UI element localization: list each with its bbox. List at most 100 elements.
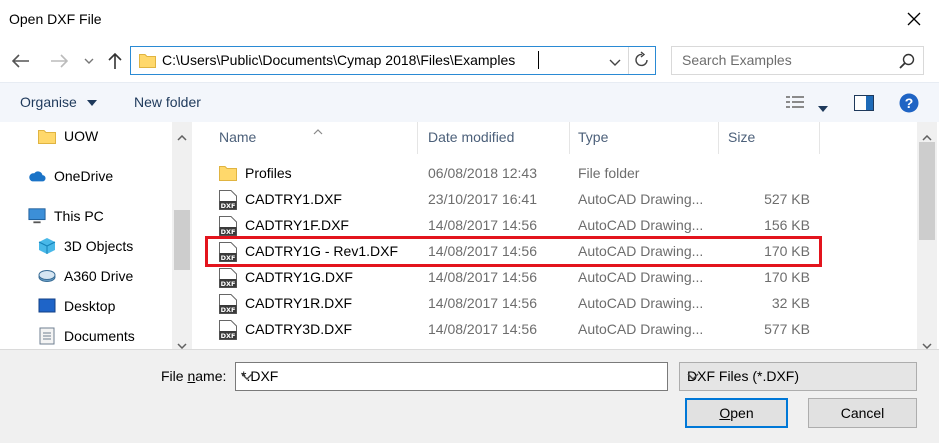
- file-name-label: File name:: [161, 368, 227, 384]
- file-name: CADTRY3D.DXF: [245, 321, 353, 337]
- svg-text:DXF: DXF: [221, 202, 236, 210]
- file-row[interactable]: DXF CADTRY1.DXF 23/10/2017 16:41 AutoCAD…: [195, 187, 915, 213]
- search-input[interactable]: Search Examples: [671, 46, 924, 75]
- sidebar-item-onedrive[interactable]: OneDrive: [28, 163, 113, 189]
- forward-arrow-icon[interactable]: [48, 50, 70, 72]
- file-type: AutoCAD Drawing...: [578, 217, 704, 233]
- highlight-box: [205, 236, 822, 267]
- file-type: AutoCAD Drawing...: [578, 295, 704, 311]
- title-bar: Open DXF File: [0, 0, 939, 40]
- file-date: 14/08/2017 14:56: [428, 321, 537, 337]
- file-date: 14/08/2017 14:56: [428, 295, 537, 311]
- file-name-input[interactable]: *.DXF: [235, 362, 668, 391]
- folder-icon: [219, 164, 237, 184]
- organise-label: Organise: [20, 94, 77, 110]
- column-divider[interactable]: [417, 122, 418, 154]
- file-name: CADTRY1R.DXF: [245, 295, 353, 311]
- scrollbar-thumb[interactable]: [174, 210, 190, 270]
- sidebar-item-a360-drive[interactable]: A360 Drive: [38, 263, 133, 289]
- column-headers: Name Date modified Type Size: [195, 122, 915, 154]
- view-options-icon[interactable]: [786, 95, 806, 112]
- column-type[interactable]: Type: [578, 129, 608, 145]
- chevron-down-icon[interactable]: [818, 99, 828, 115]
- file-date: 23/10/2017 16:41: [428, 191, 537, 207]
- sidebar-item-label: UOW: [64, 128, 99, 144]
- dxf-file-icon: DXF: [219, 320, 237, 343]
- column-divider[interactable]: [718, 122, 719, 154]
- file-row[interactable]: DXF CADTRY3D.DXF 14/08/2017 14:56 AutoCA…: [195, 317, 915, 343]
- address-bar[interactable]: C:\Users\Public\Documents\Cymap 2018\Fil…: [130, 46, 656, 75]
- file-row[interactable]: DXF CADTRY1R.DXF 14/08/2017 14:56 AutoCA…: [195, 291, 915, 317]
- svg-text:?: ?: [905, 95, 914, 111]
- file-type: File folder: [578, 165, 640, 181]
- chevron-down-icon[interactable]: [609, 54, 621, 70]
- dxf-file-icon: DXF: [219, 190, 237, 213]
- sort-ascending-icon: [313, 122, 323, 138]
- sidebar-item-uow[interactable]: UOW: [38, 123, 98, 149]
- preview-pane-icon[interactable]: [854, 95, 874, 114]
- navigation-row: C:\Users\Public\Documents\Cymap 2018\Fil…: [0, 40, 939, 82]
- file-row[interactable]: DXF CADTRY1G.DXF 14/08/2017 14:56 AutoCA…: [195, 265, 915, 291]
- file-name: CADTRY1G.DXF: [245, 269, 353, 285]
- sidebar-scrollbar[interactable]: [172, 122, 192, 349]
- back-arrow-icon[interactable]: [10, 50, 32, 72]
- address-path: C:\Users\Public\Documents\Cymap 2018\Fil…: [162, 52, 516, 68]
- column-divider[interactable]: [569, 122, 570, 154]
- file-name: CADTRY1F.DXF: [245, 217, 349, 233]
- column-divider[interactable]: [819, 122, 820, 154]
- svg-text:DXF: DXF: [221, 280, 236, 288]
- cloud-icon: [28, 167, 46, 185]
- chevron-down-icon[interactable]: [177, 336, 187, 349]
- window-title: Open DXF File: [9, 11, 102, 27]
- folder-icon: [38, 127, 56, 145]
- sidebar-item-3d-objects[interactable]: 3D Objects: [38, 233, 133, 259]
- navigation-pane: UOW OneDrive This PC 3D Objects A360 Dri…: [0, 122, 193, 349]
- drive-icon: [38, 267, 56, 285]
- search-icon[interactable]: [899, 53, 915, 72]
- sidebar-item-documents[interactable]: Documents: [38, 323, 135, 349]
- file-type: AutoCAD Drawing...: [578, 321, 704, 337]
- file-name: Profiles: [245, 165, 292, 181]
- chevron-up-icon[interactable]: [177, 128, 187, 144]
- help-icon[interactable]: ?: [899, 93, 919, 116]
- chevron-down-icon[interactable]: [78, 50, 100, 72]
- sidebar-item-label: OneDrive: [54, 168, 114, 184]
- document-icon: [38, 327, 56, 345]
- file-list-scrollbar[interactable]: [917, 122, 937, 350]
- dxf-file-icon: DXF: [219, 294, 237, 317]
- new-folder-button[interactable]: New folder: [134, 94, 201, 110]
- file-type: AutoCAD Drawing...: [578, 191, 704, 207]
- column-size[interactable]: Size: [728, 129, 755, 145]
- svg-text:DXF: DXF: [221, 306, 236, 314]
- file-size: 32 KB: [771, 295, 810, 311]
- dialog-footer: File name: *.DXF DXF Files (*.DXF) Open …: [0, 349, 939, 443]
- sidebar-item-this-pc[interactable]: This PC: [28, 203, 104, 229]
- file-size: 156 KB: [764, 217, 810, 233]
- file-type: AutoCAD Drawing...: [578, 269, 704, 285]
- open-button[interactable]: Open: [685, 398, 788, 428]
- column-date-modified[interactable]: Date modified: [428, 129, 514, 145]
- sidebar-item-desktop[interactable]: Desktop: [38, 293, 115, 319]
- file-row[interactable]: Profiles 06/08/2018 12:43 File folder: [195, 161, 915, 187]
- svg-text:DXF: DXF: [221, 228, 236, 236]
- scrollbar-thumb[interactable]: [919, 142, 935, 240]
- text-caret: [538, 51, 539, 69]
- file-name: CADTRY1.DXF: [245, 191, 342, 207]
- dxf-file-icon: DXF: [219, 268, 237, 291]
- sidebar-item-label: Documents: [64, 328, 135, 344]
- chevron-down-icon[interactable]: [241, 368, 661, 384]
- sidebar-item-label: This PC: [54, 208, 104, 224]
- file-type-select[interactable]: DXF Files (*.DXF): [679, 362, 917, 391]
- organise-button[interactable]: Organise: [20, 94, 97, 110]
- column-name[interactable]: Name: [219, 129, 256, 145]
- close-icon[interactable]: [901, 6, 927, 32]
- refresh-icon[interactable]: [634, 51, 650, 72]
- cancel-button[interactable]: Cancel: [808, 398, 917, 428]
- computer-icon: [28, 207, 46, 225]
- cube-icon: [38, 237, 56, 255]
- up-arrow-icon[interactable]: [104, 50, 126, 72]
- file-size: 527 KB: [764, 191, 810, 207]
- chevron-down-icon[interactable]: [687, 368, 910, 384]
- sidebar-item-label: Desktop: [64, 298, 116, 314]
- file-date: 14/08/2017 14:56: [428, 269, 537, 285]
